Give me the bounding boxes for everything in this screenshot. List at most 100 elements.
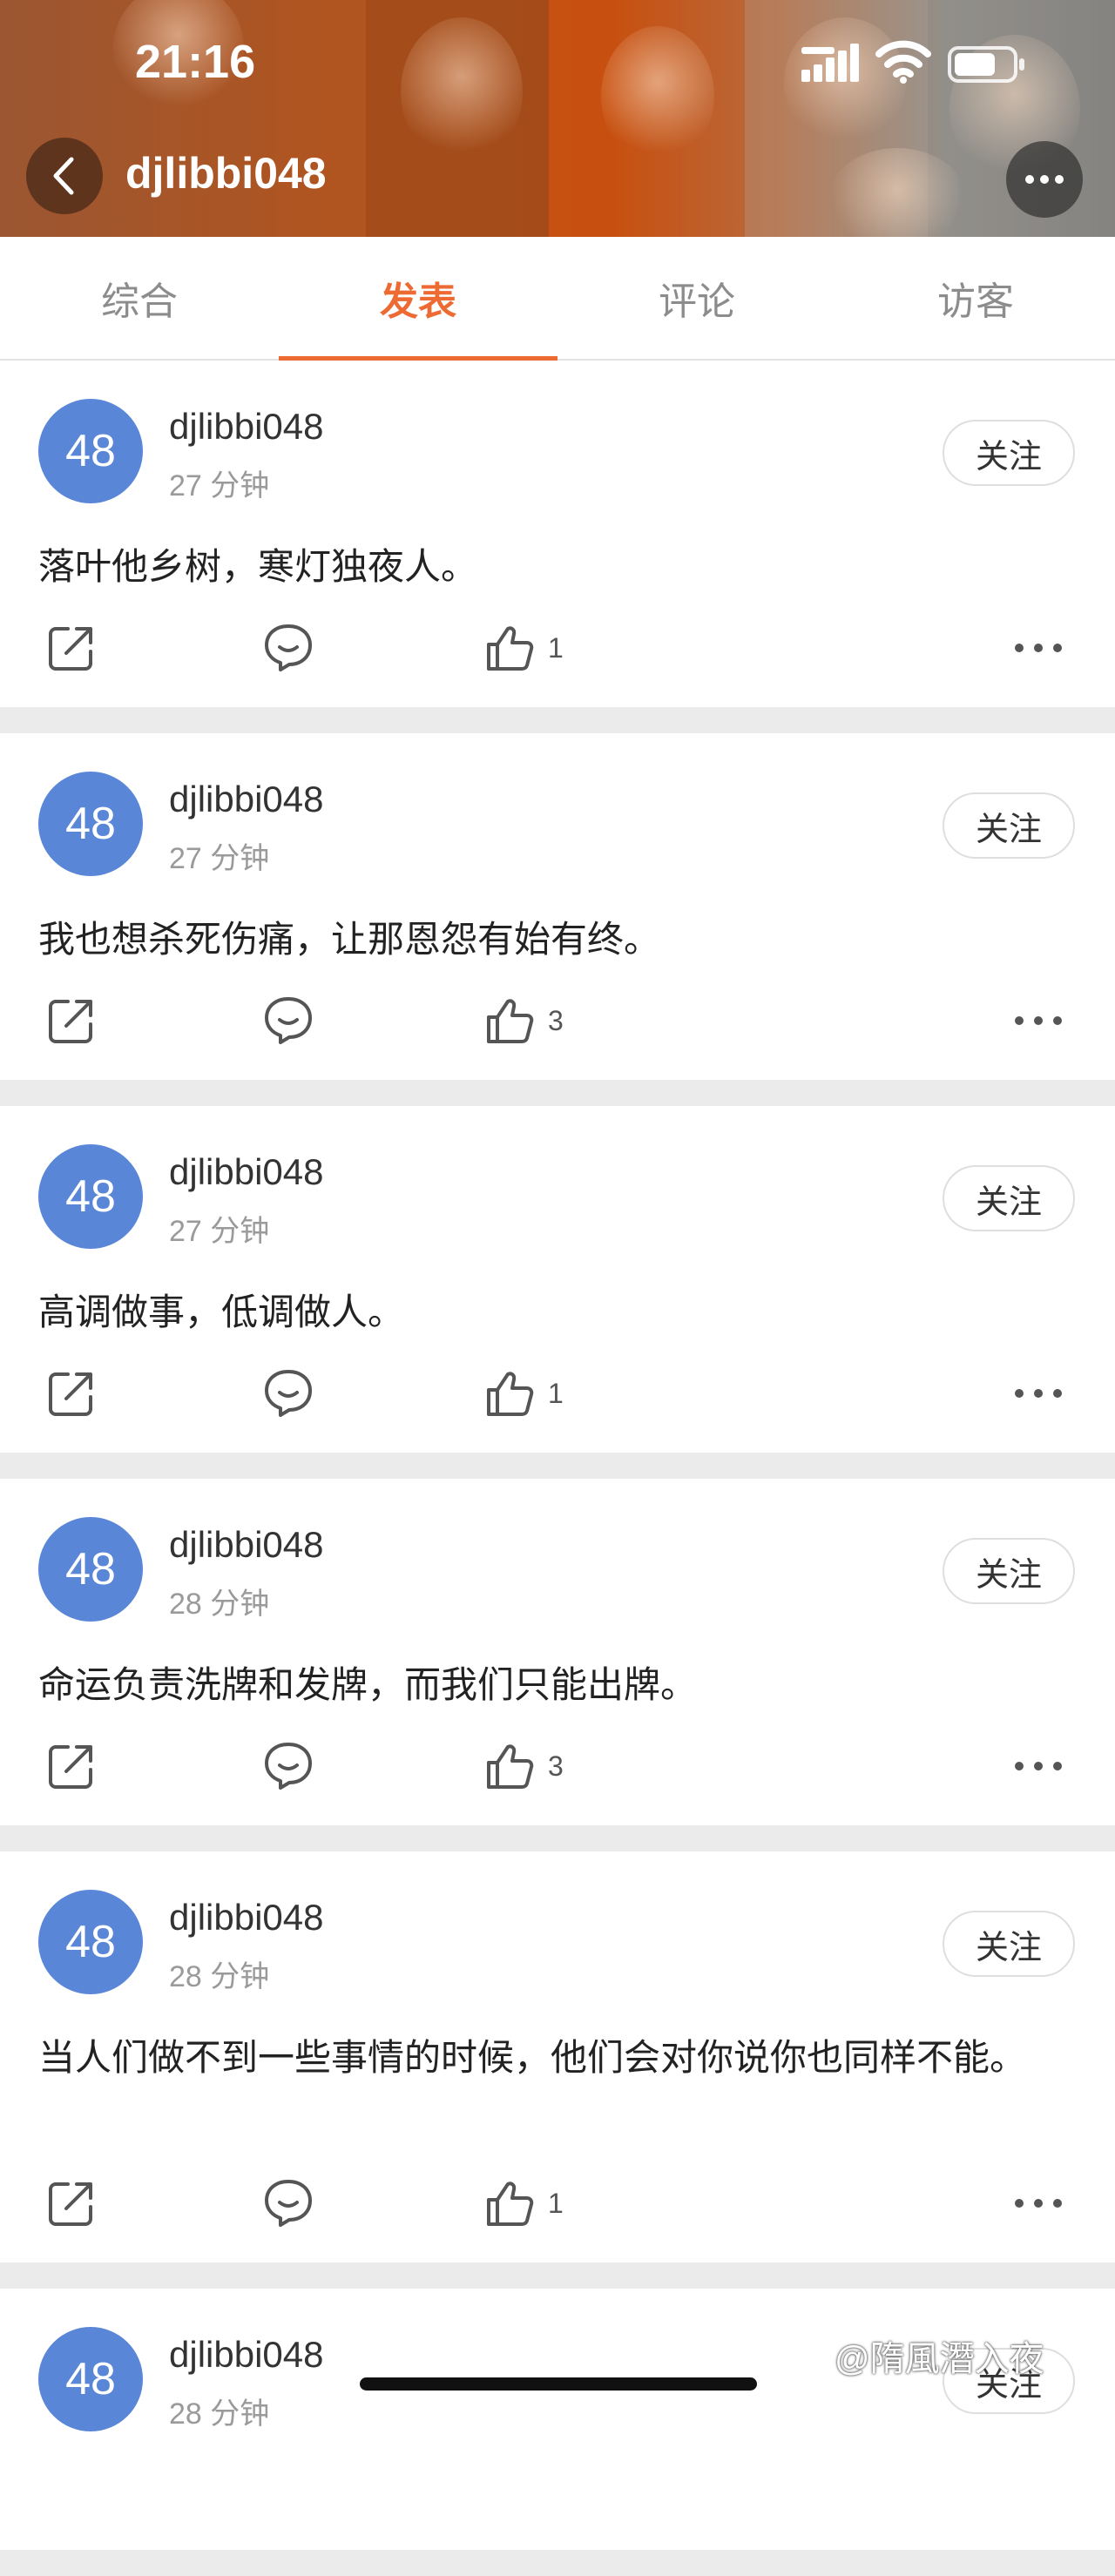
thumbs-up-icon xyxy=(487,2182,534,2226)
post-card: 48 djlibbi048 27 分钟 关注 我也想杀死伤痛，让那恩怨有始有终。 xyxy=(0,733,1115,1080)
tab-posts[interactable]: 发表 xyxy=(279,237,558,361)
comment-icon xyxy=(265,2180,312,2227)
like-button[interactable]: 3 xyxy=(483,1731,564,1801)
post-time: 27 分钟 xyxy=(169,469,270,502)
share-button[interactable] xyxy=(45,1359,98,1428)
post-actions: 1 xyxy=(0,2168,1115,2238)
ellipsis-icon xyxy=(1015,2199,1062,2208)
like-count: 3 xyxy=(548,1004,564,1036)
post-content[interactable]: 我也想杀死伤痛，让那恩怨有始有终。 xyxy=(38,907,1066,972)
post-more-button[interactable] xyxy=(1012,613,1064,683)
avatar[interactable]: 48 xyxy=(38,1517,143,1622)
like-button[interactable]: 1 xyxy=(483,613,564,683)
avatar[interactable]: 48 xyxy=(38,1890,143,1994)
share-button[interactable] xyxy=(45,2168,98,2238)
share-button[interactable] xyxy=(45,1731,98,1801)
back-button[interactable] xyxy=(26,138,103,214)
follow-button[interactable]: 关注 xyxy=(943,1538,1075,1604)
ellipsis-icon xyxy=(1015,1389,1062,1398)
like-count: 1 xyxy=(548,631,564,664)
comment-icon xyxy=(265,997,312,1044)
like-count: 3 xyxy=(548,1750,564,1782)
post-content[interactable]: 高调做事，低调做人。 xyxy=(38,1280,1066,1345)
comment-button[interactable] xyxy=(261,2168,315,2238)
thumbs-up-icon xyxy=(487,1372,534,1416)
share-button[interactable] xyxy=(45,613,98,683)
post-card: 48 djlibbi048 27 分钟 关注 高调做事，低调做人。 1 xyxy=(0,1106,1115,1453)
comment-icon xyxy=(265,1370,312,1417)
post-content[interactable]: 命运负责洗牌和发牌，而我们只能出牌。 xyxy=(38,1653,1066,1717)
like-button[interactable]: 1 xyxy=(483,1359,564,1428)
comment-icon xyxy=(265,624,312,671)
comment-button[interactable] xyxy=(261,1359,315,1428)
watermark: @隋風潛入夜 xyxy=(835,2340,1044,2378)
post-content[interactable]: 落叶他乡树，寒灯独夜人。 xyxy=(38,535,1066,599)
more-options-button[interactable] xyxy=(1006,141,1083,218)
share-icon xyxy=(49,2182,92,2226)
post-actions: 1 xyxy=(0,613,1115,683)
comment-icon xyxy=(265,1743,312,1790)
tab-visitors[interactable]: 访客 xyxy=(836,237,1115,359)
home-indicator[interactable] xyxy=(360,2377,757,2391)
share-button[interactable] xyxy=(45,986,98,1055)
wifi-icon xyxy=(875,40,931,84)
post-actions: 3 xyxy=(0,986,1115,1055)
post-card: 48 djlibbi048 28 分钟 关注 xyxy=(0,2289,1115,2550)
post-actions: 1 xyxy=(0,1359,1115,1428)
thumbs-up-icon xyxy=(487,1744,534,1789)
post-username[interactable]: djlibbi048 xyxy=(169,1151,323,1193)
post-username[interactable]: djlibbi048 xyxy=(169,1524,323,1566)
cellular-signal-icon xyxy=(801,44,859,82)
avatar[interactable]: 48 xyxy=(38,399,143,503)
share-icon xyxy=(49,1372,92,1416)
battery-icon xyxy=(948,46,1024,83)
post-more-button[interactable] xyxy=(1012,1359,1064,1428)
post-time: 27 分钟 xyxy=(169,842,270,875)
thumbs-up-icon xyxy=(487,626,534,671)
avatar[interactable]: 48 xyxy=(38,1144,143,1249)
post-time: 28 分钟 xyxy=(169,1588,270,1621)
like-count: 1 xyxy=(548,2187,564,2219)
share-icon xyxy=(49,627,92,671)
thumbs-up-icon xyxy=(487,999,534,1043)
follow-button[interactable]: 关注 xyxy=(943,1911,1075,1977)
like-count: 1 xyxy=(548,1377,564,1409)
post-username[interactable]: djlibbi048 xyxy=(169,1897,323,1939)
follow-button[interactable]: 关注 xyxy=(943,1165,1075,1231)
post-feed: 48 djlibbi048 27 分钟 关注 落叶他乡树，寒灯独夜人。 1 48… xyxy=(0,361,1115,2576)
post-content[interactable]: 当人们做不到一些事情的时候，他们会对你说你也同样不能。 xyxy=(38,2026,1066,2090)
status-time: 21:16 xyxy=(135,36,256,88)
chevron-left-icon xyxy=(53,157,74,195)
like-button[interactable]: 1 xyxy=(483,2168,564,2238)
tab-overview[interactable]: 综合 xyxy=(0,237,279,359)
avatar[interactable]: 48 xyxy=(38,2327,143,2431)
page-title: djlibbi048 xyxy=(125,149,327,198)
comment-button[interactable] xyxy=(261,613,315,683)
post-time: 27 分钟 xyxy=(169,1215,270,1248)
share-icon xyxy=(49,1745,92,1789)
post-username[interactable]: djlibbi048 xyxy=(169,779,323,820)
post-card: 48 djlibbi048 28 分钟 关注 当人们做不到一些事情的时候，他们会… xyxy=(0,1851,1115,2262)
tab-comments[interactable]: 评论 xyxy=(558,237,836,359)
share-icon xyxy=(49,1000,92,1043)
post-more-button[interactable] xyxy=(1012,2168,1064,2238)
ellipsis-icon xyxy=(1015,644,1062,652)
post-actions: 3 xyxy=(0,1731,1115,1801)
post-more-button[interactable] xyxy=(1012,986,1064,1055)
post-card: 48 djlibbi048 28 分钟 关注 命运负责洗牌和发牌，而我们只能出牌… xyxy=(0,1479,1115,1825)
avatar[interactable]: 48 xyxy=(38,772,143,876)
post-card: 48 djlibbi048 27 分钟 关注 落叶他乡树，寒灯独夜人。 1 xyxy=(0,361,1115,707)
post-username[interactable]: djlibbi048 xyxy=(169,2334,323,2376)
like-button[interactable]: 3 xyxy=(483,986,564,1055)
ellipsis-icon xyxy=(1015,1762,1062,1770)
profile-header: 21:16 djlibbi048 xyxy=(0,0,1115,237)
comment-button[interactable] xyxy=(261,986,315,1055)
follow-button[interactable]: 关注 xyxy=(943,792,1075,859)
post-username[interactable]: djlibbi048 xyxy=(169,406,323,448)
ellipsis-icon xyxy=(1025,175,1064,184)
post-more-button[interactable] xyxy=(1012,1731,1064,1801)
follow-button[interactable]: 关注 xyxy=(943,420,1075,486)
comment-button[interactable] xyxy=(261,1731,315,1801)
post-time: 28 分钟 xyxy=(169,1960,270,1993)
ellipsis-icon xyxy=(1015,1016,1062,1025)
